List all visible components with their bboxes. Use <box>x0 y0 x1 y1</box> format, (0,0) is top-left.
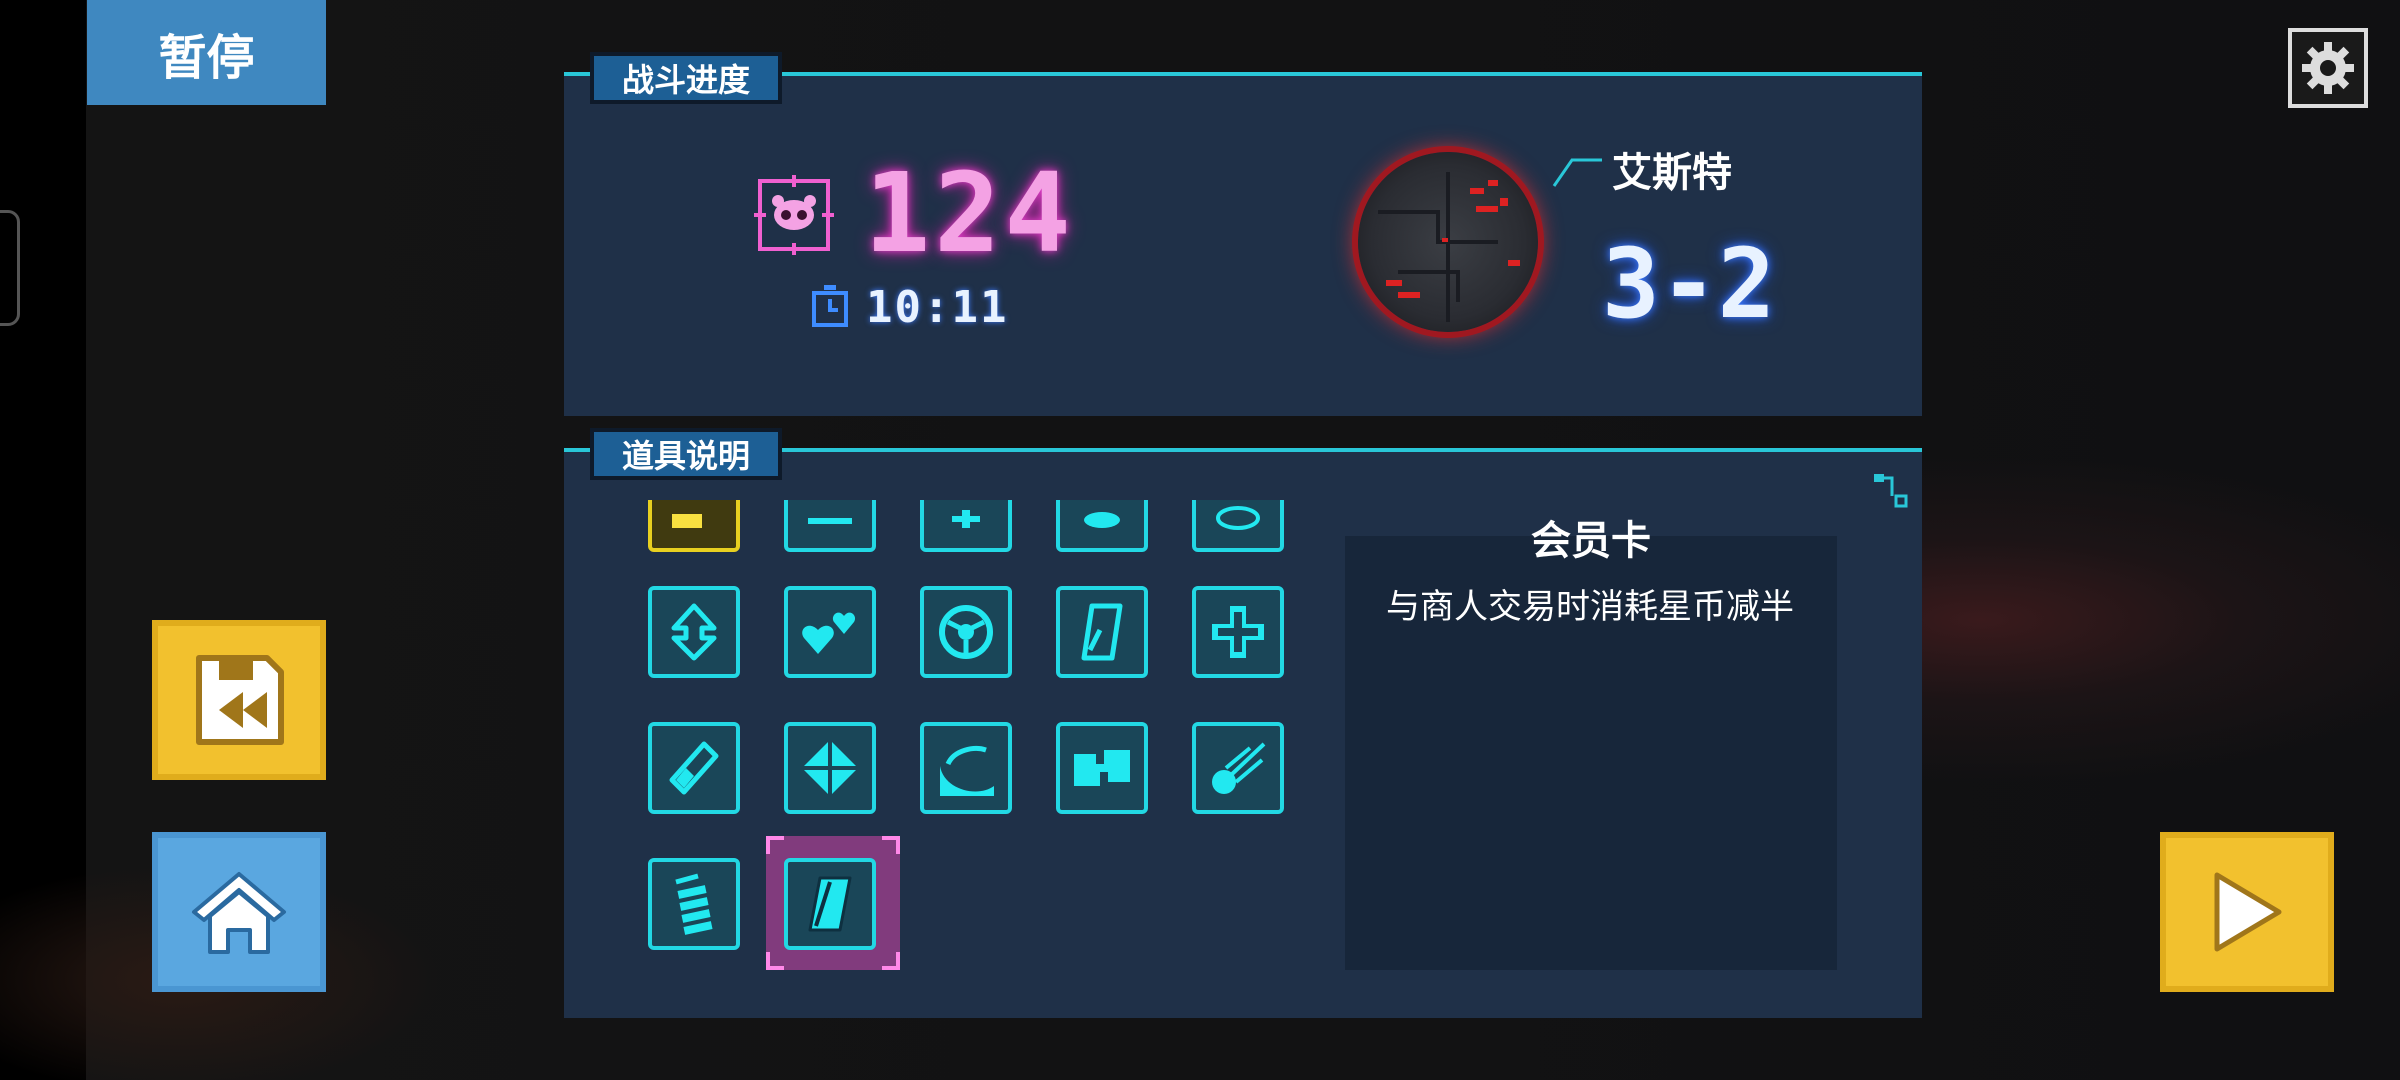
battle-time: 10:11 <box>866 282 1009 333</box>
wave-icon <box>940 746 994 796</box>
partial-item-icon <box>1084 512 1120 528</box>
item-slot[interactable] <box>1192 722 1284 814</box>
item-slot[interactable] <box>784 722 876 814</box>
item-slot[interactable] <box>920 586 1012 678</box>
puzzle-icon <box>1074 750 1130 786</box>
save-rewind-icon <box>196 655 284 745</box>
battery-icon <box>675 873 713 935</box>
shield-circle-icon <box>939 605 993 659</box>
item-slot[interactable] <box>648 500 740 552</box>
tab-battle-progress: 战斗进度 <box>590 52 782 104</box>
stopwatch-icon <box>810 285 850 327</box>
tab-item-description: 道具说明 <box>590 428 782 480</box>
home-icon <box>192 872 286 954</box>
item-slot[interactable] <box>1192 500 1284 552</box>
item-slot-selected[interactable] <box>784 858 876 950</box>
item-slot[interactable] <box>784 500 876 552</box>
partial-item-icon <box>1216 506 1260 530</box>
item-slot[interactable] <box>648 586 740 678</box>
upgrade-arrow-icon <box>671 603 717 661</box>
kill-skull-icon <box>754 175 834 255</box>
stage-pointer-line <box>1552 154 1602 188</box>
save-exit-button[interactable] <box>152 620 326 780</box>
item-slot[interactable] <box>784 586 876 678</box>
card-icon <box>1081 603 1123 661</box>
item-slot[interactable] <box>920 722 1012 814</box>
item-slot[interactable] <box>648 722 740 814</box>
pause-title: 暂停 <box>87 0 326 105</box>
item-slot[interactable] <box>1056 586 1148 678</box>
bandage-icon <box>669 741 719 795</box>
stage-map-portrait <box>1358 152 1538 332</box>
home-button[interactable] <box>152 832 326 992</box>
member-card-icon <box>808 876 852 932</box>
stage-level: 3-2 <box>1602 228 1776 340</box>
partial-yellow-item-icon <box>672 514 702 528</box>
hearts-icon <box>802 612 856 654</box>
partial-item-icon <box>952 510 980 528</box>
item-detail-name: 会员卡 <box>1531 518 1651 564</box>
partial-item-icon <box>808 518 852 524</box>
item-grid <box>648 500 1298 980</box>
play-icon <box>2214 872 2282 952</box>
item-slot[interactable] <box>1056 722 1148 814</box>
diamond-target-icon <box>802 740 858 796</box>
item-slot[interactable] <box>648 858 740 950</box>
item-detail-description: 与商人交易时消耗星币减半 <box>1386 587 1794 627</box>
side-hex-frame <box>0 210 20 326</box>
gear-icon <box>2302 42 2354 94</box>
item-slot[interactable] <box>1056 500 1148 552</box>
kill-count: 124 <box>864 149 1075 277</box>
item-slot[interactable] <box>1192 586 1284 678</box>
comet-icon <box>1212 742 1266 794</box>
settings-button[interactable] <box>2288 28 2368 108</box>
item-slot[interactable] <box>920 500 1012 552</box>
medical-cross-icon <box>1212 606 1264 658</box>
resume-button[interactable] <box>2160 832 2334 992</box>
expand-corner-icon[interactable] <box>1872 472 1908 508</box>
stage-name: 艾斯特 <box>1612 150 1732 196</box>
